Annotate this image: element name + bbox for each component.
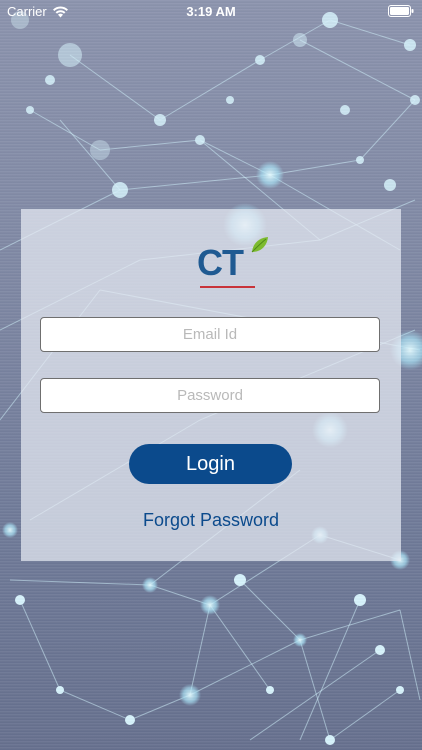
leaf-icon	[251, 237, 268, 253]
logo-underline	[200, 286, 255, 288]
status-bar: Carrier 3:19 AM	[0, 0, 422, 22]
login-card: CT Login Forgot Password	[21, 209, 401, 561]
logo-text: CT	[197, 242, 244, 283]
password-field[interactable]	[40, 378, 380, 413]
battery-icon	[388, 5, 414, 17]
forgot-password-link[interactable]: Forgot Password	[21, 510, 401, 531]
login-screen: Carrier 3:19 AM CT Login Forgot P	[0, 0, 422, 750]
login-button[interactable]: Login	[129, 444, 292, 484]
company-logo: CT	[197, 233, 268, 293]
email-field[interactable]	[40, 317, 380, 352]
status-time: 3:19 AM	[186, 4, 236, 19]
